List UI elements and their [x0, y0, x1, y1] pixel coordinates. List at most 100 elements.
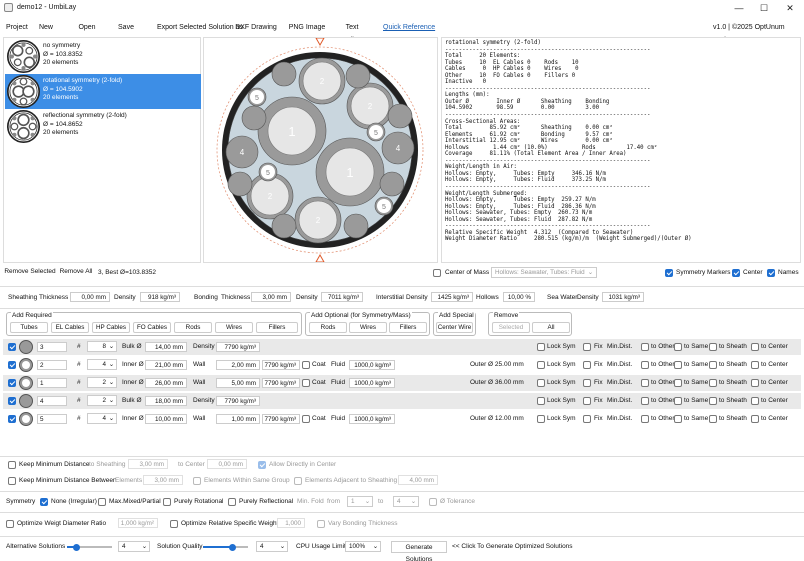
to-other-checkbox[interactable]: [641, 361, 649, 369]
to-same-checkbox[interactable]: [674, 361, 682, 369]
param2-input[interactable]: 5,00 mm: [216, 378, 260, 388]
to-other-checkbox[interactable]: [641, 379, 649, 387]
solution-item[interactable]: reflectional symmetry (2-fold) Ø = 104.86…: [5, 109, 201, 144]
alt-solutions-slider-knob[interactable]: [72, 544, 80, 551]
lock-sym-checkbox[interactable]: [537, 397, 545, 405]
symmetry-max-checkbox[interactable]: [98, 498, 106, 506]
allow-center-checkbox[interactable]: [258, 461, 266, 469]
param1-input[interactable]: 10,00 mm: [145, 414, 187, 424]
element-row[interactable]: 1 #2 ⌄ Inner Ø 26,00 mm Wall 5,00 mm 7790 kg/m³…: [3, 375, 801, 391]
remove-selected-button[interactable]: Remove Selected: [4, 266, 56, 278]
to-sheath-checkbox[interactable]: [709, 361, 717, 369]
to-same-checkbox[interactable]: [674, 397, 682, 405]
min-to-center-input[interactable]: 0,00 mm: [207, 459, 247, 469]
to-center-checkbox[interactable]: [751, 397, 759, 405]
minimize-button[interactable]: —: [727, 2, 751, 15]
element-row[interactable]: 4 #2 ⌄ Bulk Ø 18,00 mm Density 7790 kg/m³ Lock …: [3, 393, 801, 409]
export-png-button[interactable]: PNG Image: [288, 21, 326, 34]
add-optional-fillers-button[interactable]: Fillers: [389, 322, 427, 333]
to-other-checkbox[interactable]: [641, 397, 649, 405]
fluid-density-input[interactable]: 1000,0 kg/m³: [349, 414, 395, 424]
remove-all-button[interactable]: Remove All: [58, 266, 94, 278]
to-center-checkbox[interactable]: [751, 361, 759, 369]
center-checkbox[interactable]: [732, 269, 740, 277]
solution-list[interactable]: no symmetry Ø = 103.8352 20 elements rotat…: [3, 37, 201, 263]
solution-item-selected[interactable]: rotational symmetry (2-fold) Ø = 104.5902…: [5, 74, 201, 109]
fold-to-select[interactable]: 4 ⌄: [393, 496, 419, 507]
add-el-cables-button[interactable]: EL Cables: [51, 322, 89, 333]
element-name-input[interactable]: 2: [37, 360, 67, 370]
element-name-input[interactable]: 1: [37, 378, 67, 388]
cross-section-canvas[interactable]: 1 1 2 2 2 2 4 4 5 5 5 5: [203, 37, 438, 263]
element-count-select[interactable]: 8 ⌄: [87, 341, 117, 352]
com-select[interactable]: Hollows: Seawater, Tubes: Fluid ⌄: [491, 267, 597, 278]
element-count-select[interactable]: 2 ⌄: [87, 377, 117, 388]
close-button[interactable]: ✕: [778, 2, 802, 15]
param1-input[interactable]: 26,00 mm: [145, 378, 187, 388]
optimize-wdr-checkbox[interactable]: [6, 520, 14, 528]
vary-bonding-checkbox[interactable]: [317, 520, 325, 528]
min-between-input[interactable]: 3,00 mm: [143, 475, 183, 485]
lock-sym-checkbox[interactable]: [537, 343, 545, 351]
sheathing-density-input[interactable]: 918 kg/m³: [140, 292, 180, 302]
add-fillers-button[interactable]: Fillers: [256, 322, 298, 333]
interstitial-density-input[interactable]: 1425 kg/m³: [431, 292, 473, 302]
lock-sym-checkbox[interactable]: [537, 379, 545, 387]
maximize-button[interactable]: ☐: [752, 2, 776, 15]
adjacent-sheathing-checkbox[interactable]: [294, 477, 302, 485]
param1-input[interactable]: 18,00 mm: [145, 396, 187, 406]
element-row[interactable]: 2 #4 ⌄ Inner Ø 21,00 mm Wall 2,00 mm 7790 kg/m³…: [3, 357, 801, 373]
add-hp-cables-button[interactable]: HP Cables: [92, 322, 130, 333]
seawater-density-input[interactable]: 1031 kg/m³: [602, 292, 644, 302]
element-name-input[interactable]: 3: [37, 342, 67, 352]
optimize-rsw-checkbox[interactable]: [170, 520, 178, 528]
coat-checkbox[interactable]: [302, 379, 310, 387]
to-center-checkbox[interactable]: [751, 415, 759, 423]
material-density-input[interactable]: 7790 kg/m³: [262, 414, 300, 424]
keep-min-distance-checkbox[interactable]: [8, 461, 16, 469]
to-center-checkbox[interactable]: [751, 379, 759, 387]
lock-sym-checkbox[interactable]: [537, 361, 545, 369]
add-wires-button[interactable]: Wires: [215, 322, 253, 333]
param1-input[interactable]: 14,00 mm: [145, 342, 187, 352]
element-count-select[interactable]: 4 ⌄: [87, 359, 117, 370]
element-enabled-checkbox[interactable]: [8, 397, 16, 405]
element-row[interactable]: 5 #4 ⌄ Inner Ø 10,00 mm Wall 1,00 mm 7790 kg/m³…: [3, 411, 801, 427]
menu-project[interactable]: Project: [6, 21, 28, 34]
to-other-checkbox[interactable]: [641, 343, 649, 351]
param1-input[interactable]: 21,00 mm: [145, 360, 187, 370]
fold-from-select[interactable]: 1 ⌄: [347, 496, 373, 507]
element-name-input[interactable]: 4: [37, 396, 67, 406]
to-same-checkbox[interactable]: [674, 379, 682, 387]
solution-quality-select[interactable]: 4 ⌄: [256, 541, 288, 552]
element-name-input[interactable]: 5: [37, 414, 67, 424]
new-button[interactable]: New: [34, 21, 58, 34]
hollows-input[interactable]: 10,00 %: [503, 292, 535, 302]
element-row[interactable]: 3 #8 ⌄ Bulk Ø 14,00 mm Density 7790 kg/m³ Lock …: [3, 339, 801, 355]
add-tubes-button[interactable]: Tubes: [10, 322, 48, 333]
symmetry-rot-checkbox[interactable]: [163, 498, 171, 506]
add-fo-cables-button[interactable]: FO Cables: [133, 322, 171, 333]
remove-all-elements-button[interactable]: All: [532, 322, 570, 333]
to-sheath-checkbox[interactable]: [709, 379, 717, 387]
param2-input[interactable]: 7790 kg/m³: [216, 396, 260, 406]
material-density-input[interactable]: 7790 kg/m³: [262, 378, 300, 388]
element-enabled-checkbox[interactable]: [8, 379, 16, 387]
element-enabled-checkbox[interactable]: [8, 361, 16, 369]
tolerance-checkbox[interactable]: [429, 498, 437, 506]
cpu-limit-select[interactable]: 100% ⌄: [345, 541, 381, 552]
add-optional-wires-button[interactable]: Wires: [349, 322, 387, 333]
generate-solutions-button[interactable]: Generate Solutions: [391, 541, 447, 561]
element-enabled-checkbox[interactable]: [8, 415, 16, 423]
symmetry-refl-checkbox[interactable]: [228, 498, 236, 506]
center-of-mass-checkbox[interactable]: [433, 269, 441, 277]
alt-solutions-select[interactable]: 4 ⌄: [118, 541, 150, 552]
within-group-checkbox[interactable]: [193, 477, 201, 485]
quick-reference-link[interactable]: Quick Reference: [383, 21, 435, 34]
solution-item[interactable]: no symmetry Ø = 103.8352 20 elements: [5, 39, 201, 74]
to-same-checkbox[interactable]: [674, 343, 682, 351]
param2-input[interactable]: 7790 kg/m³: [216, 342, 260, 352]
optimize-rsw-input[interactable]: 1,000: [277, 518, 305, 528]
fluid-density-input[interactable]: 1000,0 kg/m³: [349, 360, 395, 370]
to-sheath-checkbox[interactable]: [709, 397, 717, 405]
